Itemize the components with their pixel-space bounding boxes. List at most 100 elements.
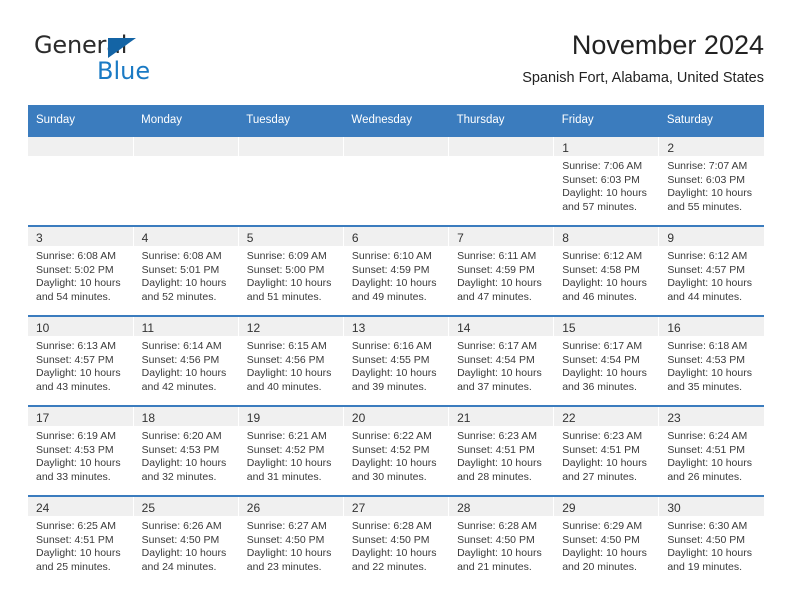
- sunset-text: Sunset: 4:54 PM: [457, 353, 535, 366]
- calendar-day-cell[interactable]: 2 Sunrise: 7:07 AM Sunset: 6:03 PM Daylight…: [658, 135, 764, 226]
- calendar-day-cell[interactable]: 14 Sunrise: 6:17 AM Sunset: 4:54 PM Dayligh…: [448, 315, 554, 406]
- calendar-day-cell-empty: [132, 135, 239, 226]
- calendar-day-cell[interactable]: 26 Sunrise: 6:27 AM Sunset: 4:50 PM Dayligh…: [237, 495, 344, 585]
- sunrise-text: Sunrise: 6:10 AM: [351, 250, 432, 262]
- sunrise-text: Sunrise: 6:12 AM: [562, 250, 643, 262]
- day-details: Sunrise: 6:12 AM Sunset: 4:58 PM Daylight:…: [554, 246, 658, 304]
- daylight-text: Daylight: 10 hours: [562, 277, 647, 290]
- day-number: 29: [562, 501, 576, 515]
- day-details: Sunrise: 6:20 AM Sunset: 4:53 PM Daylight:…: [134, 426, 238, 484]
- sunrise-text: Sunrise: 6:24 AM: [667, 430, 748, 442]
- calendar-day-cell[interactable]: 20 Sunrise: 6:22 AM Sunset: 4:52 PM Dayligh…: [342, 405, 449, 496]
- day-number: 4: [141, 231, 149, 245]
- day-number-band: 15: [554, 317, 659, 336]
- daylight-text: and 52 minutes.: [141, 290, 217, 303]
- day-number: 17: [36, 411, 50, 425]
- day-number-band: 29: [554, 497, 659, 516]
- weekday-header-tuesday: Tuesday: [238, 105, 344, 136]
- daylight-text: Daylight: 10 hours: [351, 277, 437, 290]
- calendar-day-cell[interactable]: 10 Sunrise: 6:13 AM Sunset: 4:57 PM Dayligh…: [28, 315, 134, 406]
- calendar-day-cell-empty: [448, 135, 554, 226]
- daylight-text: and 47 minutes.: [457, 290, 532, 303]
- calendar-day-cell[interactable]: 5 Sunrise: 6:09 AM Sunset: 5:00 PM Daylight…: [237, 225, 344, 316]
- sunset-text: Sunset: 4:58 PM: [562, 263, 640, 276]
- day-number-band: 6: [343, 227, 449, 246]
- calendar-day-cell[interactable]: 12 Sunrise: 6:15 AM Sunset: 4:56 PM Dayligh…: [237, 315, 344, 406]
- calendar-day-cell[interactable]: 9 Sunrise: 6:12 AM Sunset: 4:57 PM Daylight…: [658, 225, 764, 316]
- day-number: 28: [457, 501, 471, 515]
- daylight-text: and 24 minutes.: [141, 560, 217, 573]
- sunrise-text: Sunrise: 6:20 AM: [141, 430, 222, 442]
- calendar-day-cell[interactable]: 1 Sunrise: 7:06 AM Sunset: 6:03 PM Daylight…: [553, 135, 659, 226]
- calendar-day-cell[interactable]: 19 Sunrise: 6:21 AM Sunset: 4:52 PM Dayligh…: [237, 405, 344, 496]
- day-details: Sunrise: 6:23 AM Sunset: 4:51 PM Daylight:…: [449, 426, 553, 484]
- daylight-text: Daylight: 10 hours: [562, 187, 647, 200]
- calendar-day-cell[interactable]: 8 Sunrise: 6:12 AM Sunset: 4:58 PM Daylight…: [553, 225, 659, 316]
- daylight-text: and 43 minutes.: [36, 380, 111, 393]
- calendar-day-cell[interactable]: 22 Sunrise: 6:23 AM Sunset: 4:51 PM Dayligh…: [553, 405, 659, 496]
- day-number: 22: [562, 411, 576, 425]
- calendar-day-cell[interactable]: 23 Sunrise: 6:24 AM Sunset: 4:51 PM Dayligh…: [658, 405, 764, 496]
- sunrise-text: Sunrise: 6:12 AM: [667, 250, 748, 262]
- calendar-day-cell[interactable]: 27 Sunrise: 6:28 AM Sunset: 4:50 PM Dayligh…: [342, 495, 449, 585]
- day-details: [344, 156, 448, 160]
- calendar-day-cell[interactable]: 24 Sunrise: 6:25 AM Sunset: 4:51 PM Dayligh…: [28, 495, 134, 585]
- daylight-text: Daylight: 10 hours: [36, 277, 121, 290]
- calendar-day-cell[interactable]: 30 Sunrise: 6:30 AM Sunset: 4:50 PM Dayligh…: [658, 495, 764, 585]
- calendar-day-cell[interactable]: 11 Sunrise: 6:14 AM Sunset: 4:56 PM Dayligh…: [132, 315, 239, 406]
- sunrise-text: Sunrise: 6:11 AM: [457, 250, 537, 262]
- calendar-day-cell[interactable]: 13 Sunrise: 6:16 AM Sunset: 4:55 PM Dayligh…: [342, 315, 449, 406]
- day-number-band: 12: [238, 317, 343, 336]
- calendar-day-cell[interactable]: 28 Sunrise: 6:28 AM Sunset: 4:50 PM Dayligh…: [448, 495, 554, 585]
- daylight-text: Daylight: 10 hours: [457, 457, 542, 470]
- daylight-text: and 30 minutes.: [351, 470, 427, 483]
- brand-logo[interactable]: General Blue: [34, 32, 234, 88]
- day-number: 24: [36, 501, 50, 515]
- calendar-day-cell[interactable]: 18 Sunrise: 6:20 AM Sunset: 4:53 PM Dayligh…: [132, 405, 239, 496]
- calendar-day-cell[interactable]: 25 Sunrise: 6:26 AM Sunset: 4:50 PM Dayligh…: [132, 495, 239, 585]
- sunrise-text: Sunrise: 7:06 AM: [562, 160, 643, 172]
- daylight-text: and 22 minutes.: [351, 560, 427, 573]
- calendar-day-cell[interactable]: 21 Sunrise: 6:23 AM Sunset: 4:51 PM Dayligh…: [448, 405, 554, 496]
- day-number: 19: [246, 411, 261, 425]
- calendar-page: General Blue November 2024 Spanish Fort,…: [0, 0, 792, 612]
- daylight-text: and 55 minutes.: [667, 200, 743, 213]
- sunset-text: Sunset: 4:53 PM: [667, 353, 745, 366]
- sunset-text: Sunset: 4:56 PM: [141, 353, 220, 366]
- daylight-text: Daylight: 10 hours: [246, 277, 332, 290]
- sunrise-text: Sunrise: 6:08 AM: [141, 250, 222, 262]
- calendar-day-cell[interactable]: 7 Sunrise: 6:11 AM Sunset: 4:59 PM Daylight…: [448, 225, 554, 316]
- daylight-text: and 57 minutes.: [562, 200, 637, 213]
- day-details: [134, 156, 238, 160]
- sunset-text: Sunset: 4:59 PM: [457, 263, 535, 276]
- daylight-text: and 28 minutes.: [457, 470, 532, 483]
- sunset-text: Sunset: 4:51 PM: [667, 443, 745, 456]
- day-number-band: [343, 137, 449, 156]
- calendar-day-cell[interactable]: 6 Sunrise: 6:10 AM Sunset: 4:59 PM Daylight…: [342, 225, 449, 316]
- day-number: 2: [667, 141, 675, 155]
- sunrise-text: Sunrise: 6:23 AM: [457, 430, 538, 442]
- calendar-day-cell[interactable]: 3 Sunrise: 6:08 AM Sunset: 5:02 PM Daylight…: [28, 225, 134, 316]
- calendar-day-cell[interactable]: 29 Sunrise: 6:29 AM Sunset: 4:50 PM Dayligh…: [553, 495, 659, 585]
- day-details: Sunrise: 6:21 AM Sunset: 4:52 PM Daylight:…: [239, 426, 343, 484]
- day-details: Sunrise: 6:11 AM Sunset: 4:59 PM Daylight:…: [449, 246, 553, 304]
- sunset-text: Sunset: 5:01 PM: [141, 263, 220, 276]
- day-number-band: 24: [28, 497, 133, 516]
- day-number: 9: [667, 231, 675, 245]
- daylight-text: and 20 minutes.: [562, 560, 637, 573]
- calendar-day-cell[interactable]: 15 Sunrise: 6:17 AM Sunset: 4:54 PM Dayligh…: [553, 315, 659, 406]
- day-number: 27: [351, 501, 366, 515]
- brand-name-blue: Blue: [97, 57, 151, 85]
- sunrise-text: Sunrise: 6:18 AM: [667, 340, 748, 352]
- sunrise-text: Sunrise: 6:19 AM: [36, 430, 116, 442]
- sunrise-text: Sunrise: 6:09 AM: [246, 250, 327, 262]
- day-number: 18: [141, 411, 155, 425]
- day-number-band: 2: [659, 137, 764, 156]
- sunrise-text: Sunrise: 6:13 AM: [36, 340, 116, 352]
- sunset-text: Sunset: 4:52 PM: [246, 443, 325, 456]
- calendar-day-cell[interactable]: 4 Sunrise: 6:08 AM Sunset: 5:01 PM Daylight…: [132, 225, 239, 316]
- daylight-text: Daylight: 10 hours: [36, 457, 121, 470]
- sunrise-text: Sunrise: 6:28 AM: [351, 520, 432, 532]
- calendar-day-cell[interactable]: 16 Sunrise: 6:18 AM Sunset: 4:53 PM Dayligh…: [658, 315, 764, 406]
- calendar-day-cell[interactable]: 17 Sunrise: 6:19 AM Sunset: 4:53 PM Dayligh…: [28, 405, 134, 496]
